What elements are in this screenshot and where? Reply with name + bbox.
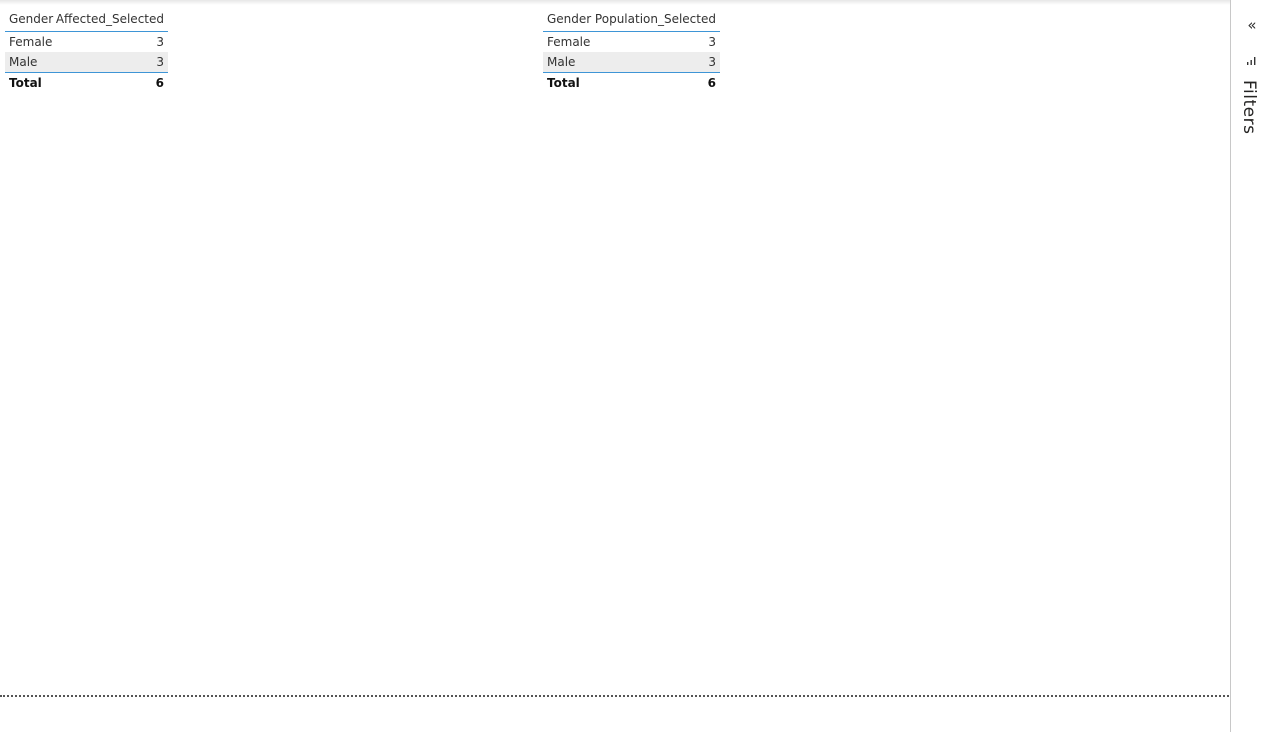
filters-pane[interactable]: « Filters: [1230, 0, 1272, 732]
column-header-gender[interactable]: Gender: [9, 8, 53, 31]
row-value: 3: [156, 35, 164, 49]
page-boundary-divider: [0, 695, 1229, 697]
table-total-row: Total 6: [543, 72, 720, 93]
table-row[interactable]: Female 3: [5, 32, 168, 52]
collapse-chevrons-icon[interactable]: «: [1243, 16, 1261, 34]
total-label: Total: [9, 76, 42, 90]
table-visual-population[interactable]: Gender Population_Selected Female 3 Male…: [543, 8, 720, 93]
table-row[interactable]: Male 3: [5, 52, 168, 72]
table-total-row: Total 6: [5, 72, 168, 93]
row-value: 3: [708, 55, 716, 69]
table-visual-affected[interactable]: Gender Affected_Selected Female 3 Male 3…: [5, 8, 168, 93]
column-header-gender[interactable]: Gender: [547, 8, 591, 31]
table-header: Gender Population_Selected: [543, 8, 720, 32]
filters-label[interactable]: Filters: [1239, 80, 1259, 134]
report-canvas: Gender Affected_Selected Female 3 Male 3…: [0, 0, 1230, 732]
row-label: Female: [547, 35, 591, 49]
table-header: Gender Affected_Selected: [5, 8, 168, 32]
canvas-top-edge: [0, 0, 1230, 5]
filter-icon[interactable]: [1245, 55, 1259, 69]
table-row[interactable]: Male 3: [543, 52, 720, 72]
row-label: Male: [547, 55, 576, 69]
row-value: 3: [156, 55, 164, 69]
total-value: 6: [155, 76, 164, 90]
row-value: 3: [708, 35, 716, 49]
row-label: Male: [9, 55, 38, 69]
total-value: 6: [707, 76, 716, 90]
row-label: Female: [9, 35, 53, 49]
total-label: Total: [547, 76, 580, 90]
column-header-affected-selected[interactable]: Affected_Selected: [56, 8, 164, 31]
table-row[interactable]: Female 3: [543, 32, 720, 52]
column-header-population-selected[interactable]: Population_Selected: [595, 8, 716, 31]
report-page: Gender Affected_Selected Female 3 Male 3…: [0, 0, 1272, 732]
